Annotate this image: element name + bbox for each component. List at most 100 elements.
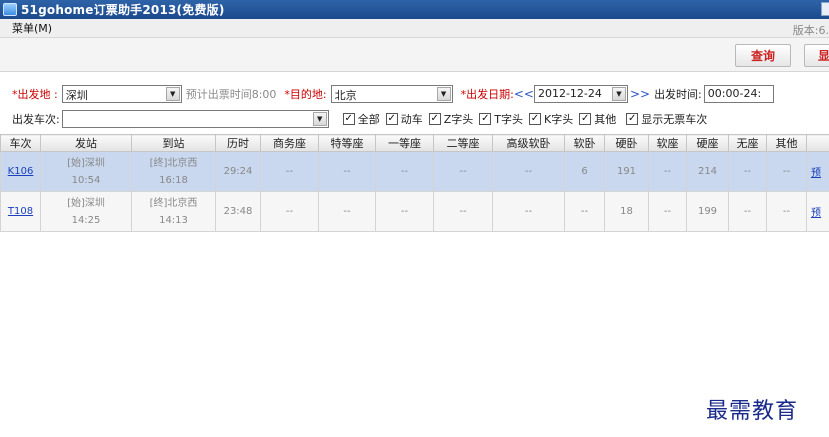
seat-cell: -- bbox=[648, 191, 687, 232]
seat-cell: -- bbox=[564, 191, 605, 232]
to-station-name: [终]北京西 bbox=[149, 157, 198, 169]
checkbox-z[interactable]: ✓ Z字头 bbox=[428, 111, 474, 127]
column-header[interactable]: 软座 bbox=[648, 134, 687, 152]
column-header[interactable]: 二等座 bbox=[433, 134, 493, 152]
time-range-select[interactable]: 00:00-24: bbox=[703, 85, 774, 103]
seat-cell: -- bbox=[728, 191, 767, 232]
seat-cell: -- bbox=[766, 151, 807, 192]
seat-cell: -- bbox=[260, 191, 319, 232]
column-header[interactable]: 软卧 bbox=[564, 134, 605, 152]
column-header[interactable]: 商务座 bbox=[260, 134, 319, 152]
column-header[interactable] bbox=[806, 134, 829, 152]
time-label: 出发时间: bbox=[654, 88, 702, 101]
filter-row-route: * 出发地 : 深圳 ▼ 预计出票时间8:00 * 目的地: 北京 ▼ * 出发… bbox=[0, 84, 774, 104]
checkbox-all[interactable]: ✓ 全部 bbox=[342, 111, 380, 127]
window-control-button[interactable] bbox=[821, 2, 829, 16]
menu-main[interactable]: 菜单(M) bbox=[12, 20, 52, 36]
checkbox-label: 全部 bbox=[357, 113, 380, 126]
checkbox-k[interactable]: ✓ K字头 bbox=[529, 111, 573, 127]
train-results-table: 车次 发站 到站 历时 商务座 特等座 一等座 二等座 高级软卧 软卧 硬卧 软… bbox=[0, 134, 829, 232]
watermark-text: 最需教育 bbox=[706, 399, 799, 424]
time-range-value: 00:00-24: bbox=[707, 87, 762, 100]
show-button[interactable]: 显 bbox=[804, 44, 829, 67]
column-header[interactable]: 发站 bbox=[40, 134, 132, 152]
column-header[interactable]: 其他 bbox=[766, 134, 807, 152]
train-label: 出发车次: bbox=[12, 113, 60, 126]
checkbox-check-icon: ✓ bbox=[579, 113, 592, 125]
column-header[interactable]: 特等座 bbox=[318, 134, 376, 152]
chevron-down-icon[interactable]: ▼ bbox=[436, 87, 451, 101]
to-station-name: [终]北京西 bbox=[149, 197, 198, 209]
train-number-select[interactable]: ▼ bbox=[61, 110, 329, 128]
column-header[interactable]: 车次 bbox=[0, 134, 41, 152]
checkbox-label: Z字头 bbox=[443, 113, 474, 126]
to-station-select[interactable]: 北京 ▼ bbox=[330, 85, 453, 103]
prev-date-button[interactable]: << bbox=[514, 87, 534, 101]
from-station-name: [始]深圳 bbox=[67, 197, 105, 209]
version-label: 版本:6. bbox=[792, 24, 829, 37]
seat-cell: -- bbox=[433, 151, 493, 192]
from-station-select[interactable]: 深圳 ▼ bbox=[61, 85, 182, 103]
checkbox-check-icon: ✓ bbox=[529, 113, 541, 125]
search-filter-panel: * 出发地 : 深圳 ▼ 预计出票时间8:00 * 目的地: 北京 ▼ * 出发… bbox=[0, 72, 829, 134]
checkbox-check-icon: ✓ bbox=[626, 113, 639, 125]
checkbox-emu[interactable]: ✓ 动车 bbox=[385, 111, 423, 127]
book-cell: 预 bbox=[806, 191, 829, 232]
seat-cell: 191 bbox=[604, 151, 649, 192]
chevron-down-icon[interactable]: ▼ bbox=[611, 87, 626, 101]
duration-cell: 29:24 bbox=[215, 151, 261, 192]
toolbar: 查询 显 bbox=[0, 38, 829, 72]
checkbox-check-icon: ✓ bbox=[385, 113, 398, 125]
column-header[interactable]: 高级软卧 bbox=[492, 134, 565, 152]
chevron-down-icon[interactable]: ▼ bbox=[165, 87, 180, 101]
query-button[interactable]: 查询 bbox=[735, 44, 791, 67]
next-date-button[interactable]: >> bbox=[630, 87, 650, 101]
window-title: 51gohome订票助手2013(免费版) bbox=[21, 3, 225, 17]
table-row[interactable]: T108 [始]深圳 14:25 [终]北京西 14:13 23:48 -- -- … bbox=[0, 191, 829, 232]
checkbox-check-icon: ✓ bbox=[428, 113, 441, 125]
departure-time: 14:25 bbox=[71, 214, 101, 226]
checkbox-label: 动车 bbox=[400, 113, 423, 126]
from-station-value: 深圳 bbox=[65, 89, 88, 102]
departure-time: 10:54 bbox=[71, 174, 101, 186]
seat-cell: 199 bbox=[686, 191, 729, 232]
seat-cell: 18 bbox=[604, 191, 649, 232]
date-value: 2012-12-24 bbox=[537, 87, 602, 100]
column-header[interactable]: 一等座 bbox=[375, 134, 434, 152]
checkbox-other[interactable]: ✓ 其他 bbox=[579, 111, 616, 127]
seat-cell: -- bbox=[648, 151, 687, 192]
from-station-name: [始]深圳 bbox=[67, 157, 105, 169]
date-label: 出发日期: bbox=[466, 88, 514, 101]
seat-cell: -- bbox=[492, 191, 565, 232]
estimate-time-text: 预计出票时间8:00 bbox=[185, 88, 277, 101]
arrival-time: 14:13 bbox=[159, 214, 188, 226]
book-link[interactable]: 预 bbox=[811, 168, 821, 179]
checkbox-t[interactable]: ✓ T字头 bbox=[479, 111, 523, 127]
checkbox-show-sold-out[interactable]: ✓ 显示无票车次 bbox=[626, 111, 707, 127]
seat-cell: -- bbox=[318, 151, 376, 192]
date-picker[interactable]: 2012-12-24 ▼ bbox=[533, 85, 628, 103]
book-link[interactable]: 预 bbox=[811, 208, 821, 219]
title-bar: 51gohome订票助手2013(免费版) bbox=[0, 0, 829, 19]
table-header-row: 车次 发站 到站 历时 商务座 特等座 一等座 二等座 高级软卧 软卧 硬卧 软… bbox=[0, 134, 829, 152]
to-station-value: 北京 bbox=[334, 89, 357, 102]
seat-cell: -- bbox=[318, 191, 376, 232]
table-row[interactable]: K106 [始]深圳 10:54 [终]北京西 16:18 29:24 -- -- … bbox=[0, 151, 829, 192]
app-icon bbox=[3, 3, 17, 16]
seat-cell: -- bbox=[375, 191, 434, 232]
column-header[interactable]: 历时 bbox=[215, 134, 261, 152]
to-label: 目的地: bbox=[289, 88, 327, 101]
seat-cell: -- bbox=[766, 191, 807, 232]
from-label: 出发地 : bbox=[17, 88, 58, 101]
checkbox-check-icon: ✓ bbox=[479, 113, 492, 125]
train-number-link[interactable]: K106 bbox=[8, 166, 34, 177]
checkbox-label: K字头 bbox=[544, 113, 574, 126]
arrival-time: 16:18 bbox=[159, 174, 188, 186]
column-header[interactable]: 硬座 bbox=[686, 134, 729, 152]
train-number-link[interactable]: T108 bbox=[8, 206, 33, 217]
column-header[interactable]: 硬卧 bbox=[604, 134, 649, 152]
chevron-down-icon[interactable]: ▼ bbox=[312, 112, 327, 126]
column-header[interactable]: 无座 bbox=[728, 134, 767, 152]
checkbox-label: 其他 bbox=[594, 113, 617, 126]
column-header[interactable]: 到站 bbox=[131, 134, 216, 152]
